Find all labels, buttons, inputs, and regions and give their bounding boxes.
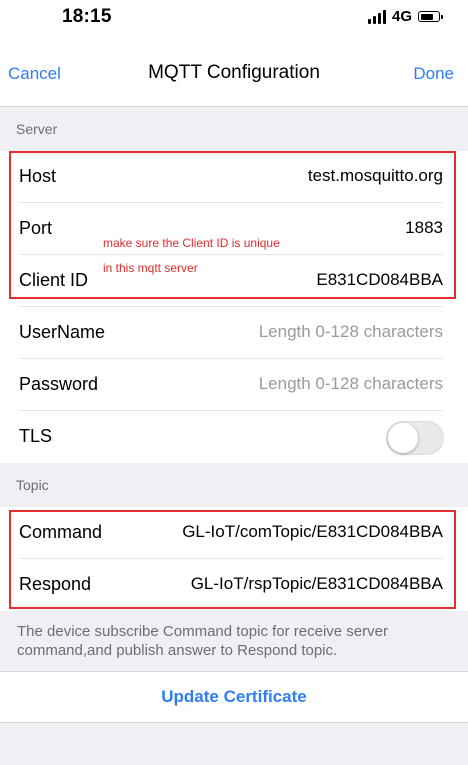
- navigation-bar: Cancel MQTT Configuration Done: [0, 44, 468, 107]
- password-label: Password: [19, 374, 99, 394]
- server-section-header: Server: [0, 107, 468, 151]
- annotation-line-2: in this mqtt server: [103, 261, 198, 275]
- tls-row: TLS: [0, 411, 468, 463]
- annotation-line-1: make sure the Client ID is unique: [103, 236, 280, 250]
- topic-section-header: Topic: [0, 463, 468, 507]
- password-row[interactable]: Password Length 0-128 characters: [0, 359, 468, 411]
- tls-label: TLS: [19, 426, 53, 446]
- tls-toggle[interactable]: [386, 421, 444, 455]
- page-title: MQTT Configuration: [148, 62, 320, 83]
- update-certificate-button[interactable]: Update Certificate: [0, 671, 468, 723]
- status-time: 18:15: [62, 6, 112, 27]
- status-bar: 18:15 4G: [0, 0, 468, 44]
- username-row[interactable]: UserName Length 0-128 characters: [0, 307, 468, 359]
- username-field[interactable]: Length 0-128 characters: [259, 322, 443, 342]
- server-highlight-box: [9, 151, 456, 299]
- topic-highlight-box: [9, 510, 456, 609]
- username-label: UserName: [19, 322, 106, 342]
- signal-icon: [367, 9, 386, 24]
- password-field[interactable]: Length 0-128 characters: [259, 374, 443, 394]
- network-type: 4G: [391, 8, 412, 25]
- done-button[interactable]: Done: [413, 64, 454, 84]
- topic-footnote: The device subscribe Command topic for r…: [0, 611, 468, 671]
- battery-icon: [418, 11, 443, 22]
- status-indicators: 4G: [367, 8, 443, 25]
- toggle-knob: [388, 423, 418, 453]
